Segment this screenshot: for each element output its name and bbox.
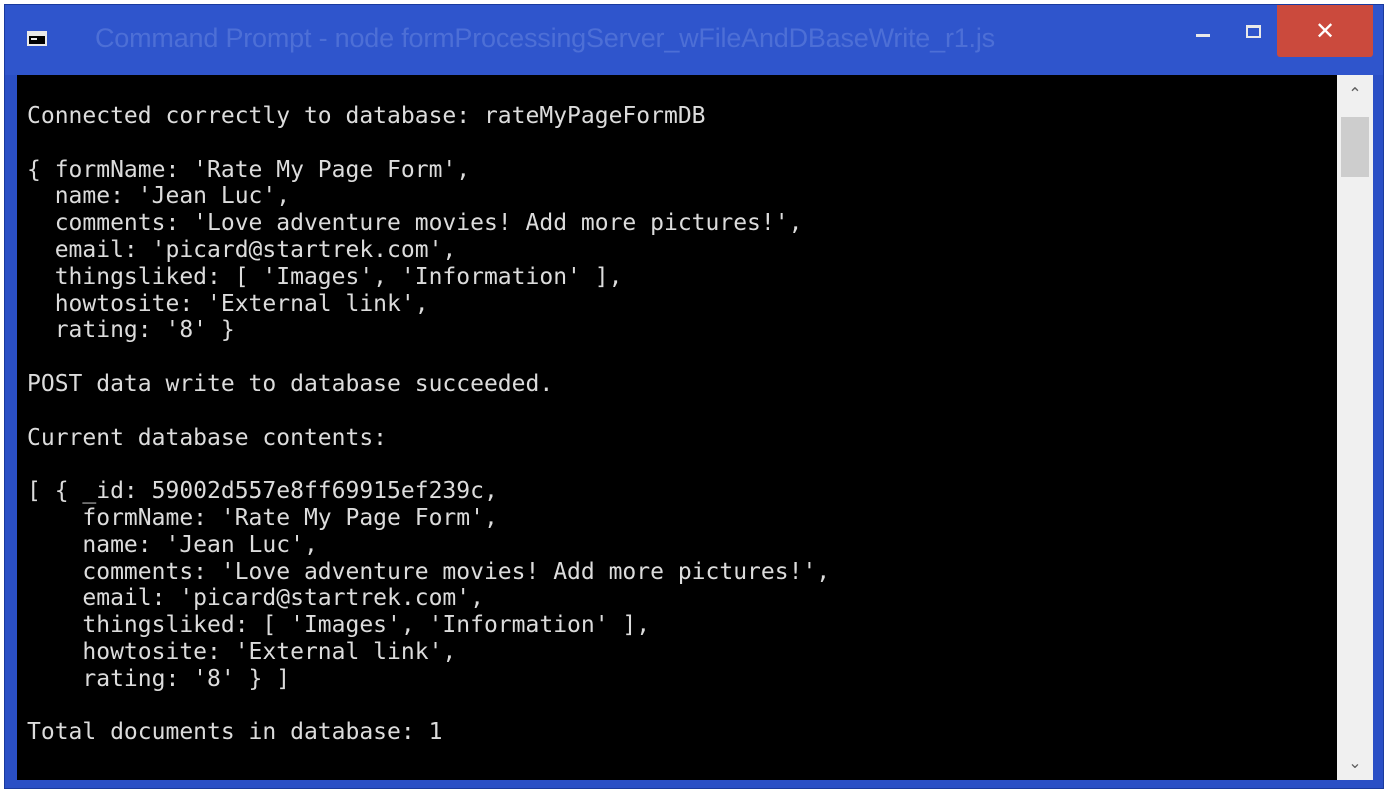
console-icon[interactable] [27, 31, 47, 46]
chevron-up-icon: ⌃ [1348, 83, 1362, 103]
console-line: Total documents in database: 1 [27, 719, 443, 746]
minimize-icon [1196, 33, 1210, 37]
console-line: { formName: 'Rate My Page Form', [27, 156, 471, 183]
console-line: Connected correctly to database: rateMyP… [27, 103, 706, 129]
console-line: rating: '8' } [27, 317, 235, 344]
title-bar[interactable]: Command Prompt - node formProcessingServ… [5, 5, 1383, 75]
minimize-button[interactable] [1177, 5, 1229, 57]
console-line: formName: 'Rate My Page Form', [27, 504, 498, 531]
chevron-down-icon: ⌄ [1348, 752, 1362, 772]
close-button[interactable]: ✕ [1277, 5, 1373, 57]
maximize-button[interactable] [1229, 5, 1277, 57]
close-icon: ✕ [1314, 17, 1336, 45]
console-line: email: 'picard@startrek.com', [27, 585, 484, 612]
scroll-down-button[interactable]: ⌄ [1337, 744, 1373, 780]
console-text: Connected correctly to database: rateMyP… [27, 103, 830, 746]
command-prompt-window: Command Prompt - node formProcessingServ… [4, 4, 1384, 789]
console-line: name: 'Jean Luc', [27, 531, 318, 558]
console-output[interactable]: Connected correctly to database: rateMyP… [17, 75, 1337, 780]
console-line: rating: '8' } ] [27, 665, 291, 692]
console-line: comments: 'Love adventure movies! Add mo… [27, 558, 831, 585]
console-line: [ { _id: 59002d557e8ff69915ef239c, [27, 478, 498, 505]
scroll-thumb[interactable] [1341, 117, 1369, 177]
scroll-up-button[interactable]: ⌃ [1337, 75, 1373, 111]
maximize-icon [1245, 24, 1261, 38]
console-line: thingsliked: [ 'Images', 'Information' ]… [27, 612, 651, 639]
console-line: Current database contents: [27, 424, 388, 451]
console-line: comments: 'Love adventure movies! Add mo… [27, 210, 803, 237]
window-title: Command Prompt - node formProcessingServ… [95, 23, 995, 53]
vertical-scrollbar[interactable]: ⌃ ⌄ [1337, 75, 1373, 780]
console-line: howtosite: 'External link', [27, 638, 457, 665]
console-line: name: 'Jean Luc', [27, 183, 291, 210]
console-line: howtosite: 'External link', [27, 290, 429, 317]
console-line: email: 'picard@startrek.com', [27, 236, 457, 263]
console-line: POST data write to database succeeded. [27, 370, 554, 397]
console-line: thingsliked: [ 'Images', 'Information' ]… [27, 263, 623, 290]
